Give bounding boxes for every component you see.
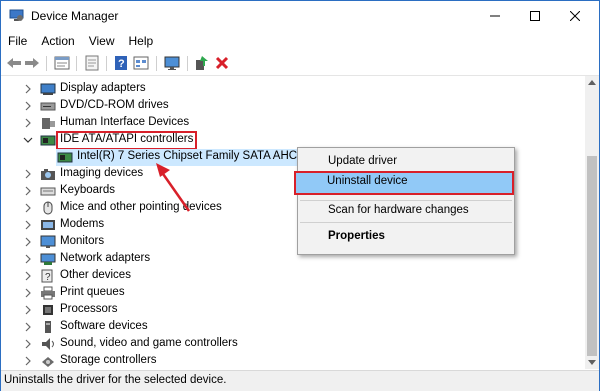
chevron-right-icon[interactable] [23,288,33,298]
chevron-right-icon[interactable] [23,101,33,111]
back-arrow-icon[interactable] [5,54,23,72]
tree-item-label: Print queues [60,286,125,298]
tree-item-display-adapters[interactable]: Display adapters [1,81,585,98]
tree-item-processors[interactable]: Processors [1,302,585,319]
menu-item-uninstall-device[interactable]: Uninstall device [294,171,514,195]
menu-item-scan-hardware-changes[interactable]: Scan for hardware changes [328,204,469,216]
chevron-right-icon[interactable] [23,186,33,196]
title-bar: Device Manager [1,1,599,31]
tree-item-label: Network adapters [60,252,151,264]
help-icon[interactable]: ? [112,54,130,72]
ide-controller-icon [40,133,56,147]
tree-item-label: Display adapters [60,82,146,94]
keyboard-icon [40,184,56,198]
chevron-right-icon[interactable] [23,254,33,264]
chevron-right-icon[interactable] [23,203,33,213]
chevron-right-icon[interactable] [23,305,33,315]
software-device-icon [40,320,56,334]
svg-text:?: ? [45,272,51,283]
menu-separator [300,200,512,201]
tree-item-human-interface-devices[interactable]: Human Interface Devices [1,115,585,132]
storage-controller-icon [40,354,56,368]
chevron-down-icon[interactable] [23,135,33,145]
tree-item-label: Processors [60,303,118,315]
tree-item-label: Sound, video and game controllers [60,337,238,349]
tree-item-sound-video-game-controllers[interactable]: Sound, video and game controllers [1,336,585,353]
chevron-right-icon[interactable] [23,220,33,230]
annotation-highlight-box: IDE ATA/ATAPI controllers [56,131,198,150]
dvd-drive-icon [40,99,56,113]
uninstall-x-icon[interactable] [213,54,231,72]
menu-file[interactable]: File [1,31,34,51]
chevron-right-icon[interactable] [23,169,33,179]
forward-arrow-icon[interactable] [23,54,41,72]
context-menu: Update driver Scan for hardware changes … [297,147,515,255]
menu-item-label: Uninstall device [327,175,408,187]
printer-icon [40,286,56,300]
other-devices-icon: ? [40,269,56,283]
device-manager-app-icon [9,9,24,22]
chevron-right-icon[interactable] [23,356,33,366]
tree-item-label: IDE ATA/ATAPI controllers [60,133,194,145]
tree-item-print-queues[interactable]: Print queues [1,285,585,302]
tree-item-label: Imaging devices [60,167,144,179]
annotation-arrow [156,163,191,212]
chevron-right-icon[interactable] [23,118,33,128]
network-adapter-icon [40,252,56,266]
minimize-button[interactable] [475,1,515,31]
chevron-right-icon[interactable] [23,84,33,94]
tree-item-label: Other devices [60,269,131,281]
display-adapter-icon [40,82,56,96]
scroll-down-icon[interactable] [588,360,596,365]
tree-item-software-devices[interactable]: Software devices [1,319,585,336]
modem-icon [40,218,56,232]
scrollbar-thumb[interactable] [587,156,597,356]
speaker-icon [40,337,56,351]
menu-view[interactable]: View [82,31,122,51]
tree-item-label: Human Interface Devices [60,116,190,128]
svg-text:?: ? [118,58,125,70]
tree-item-label: Modems [60,218,105,230]
menu-bar: File Action View Help [1,31,599,51]
update-driver-icon[interactable] [83,54,101,72]
vertical-scrollbar[interactable] [585,76,599,369]
view-icon[interactable] [132,54,150,72]
camera-icon [40,167,56,181]
properties-icon[interactable] [53,54,71,72]
tree-item-label: DVD/CD-ROM drives [60,99,169,111]
menu-help[interactable]: Help [122,31,161,51]
menu-item-properties[interactable]: Properties [328,230,385,242]
controller-chip-icon [57,150,73,164]
tree-item-label: Monitors [60,235,105,247]
tree-item-label: Keyboards [60,184,115,196]
window-title: Device Manager [31,9,119,23]
enable-device-icon[interactable] [193,54,211,72]
chevron-right-icon[interactable] [23,339,33,349]
menu-separator [300,222,512,223]
close-button[interactable] [555,1,595,31]
chevron-right-icon[interactable] [23,237,33,247]
tree-item-label: Storage controllers [60,354,157,366]
chevron-right-icon[interactable] [23,322,33,332]
menu-item-update-driver[interactable]: Update driver [328,155,397,167]
maximize-button[interactable] [515,1,555,31]
tree-item-dvd-drives[interactable]: DVD/CD-ROM drives [1,98,585,115]
tree-item-other-devices[interactable]: ? Other devices [1,268,585,285]
monitor-icon[interactable] [163,54,181,72]
status-bar: Uninstalls the driver for the selected d… [1,370,599,391]
menu-action[interactable]: Action [34,31,81,51]
status-text: Uninstalls the driver for the selected d… [4,374,227,386]
scroll-up-icon[interactable] [588,80,596,85]
chevron-right-icon[interactable] [23,271,33,281]
processor-icon [40,303,56,317]
monitor-icon [40,235,56,249]
tree-item-storage-controllers[interactable]: Storage controllers [1,353,585,369]
mouse-icon [40,201,56,215]
toolbar: ? [1,52,599,76]
tree-item-label: Software devices [60,320,148,332]
hid-icon [40,116,56,130]
